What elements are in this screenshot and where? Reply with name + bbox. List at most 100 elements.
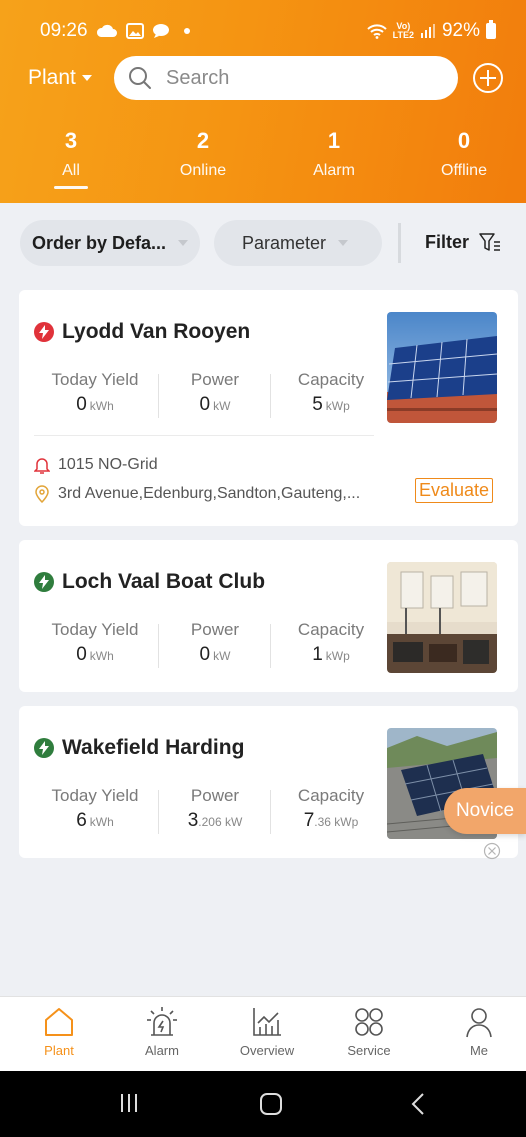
parameter-dropdown[interactable]: Parameter xyxy=(214,220,382,266)
tab-plant[interactable]: Plant xyxy=(19,1005,99,1058)
plant-card[interactable]: Loch Vaal Boat Club Today Yield 0 kWh Pow… xyxy=(19,540,518,692)
stat-label: Offline xyxy=(441,162,487,179)
plant-metrics: Today Yield 0 kWh Power 0 kW Capacity 1 kWp xyxy=(31,620,391,672)
plus-circle-icon[interactable] xyxy=(472,62,504,94)
status-time: 09:26 xyxy=(40,20,88,41)
stat-tab-all[interactable]: 3 All xyxy=(21,128,121,189)
order-by-dropdown[interactable]: Order by Defa... xyxy=(20,220,200,266)
plant-selector-label: Plant xyxy=(28,66,76,89)
system-nav-bar xyxy=(0,1071,526,1137)
plant-card[interactable]: Wakefield Harding Today Yield 6 kWh Power… xyxy=(19,706,518,858)
tab-overview[interactable]: Overview xyxy=(227,1005,307,1058)
novice-guide-button[interactable]: Novice xyxy=(444,788,526,834)
signal-icon xyxy=(420,24,435,38)
metric-unit: kW xyxy=(213,649,231,663)
evaluate-button[interactable]: Evaluate xyxy=(415,478,494,503)
metric-value: 1 xyxy=(312,644,323,665)
metric-value: 0 xyxy=(76,394,87,415)
metric-label: Capacity xyxy=(297,786,365,805)
metric-value-row: 0 kWh xyxy=(31,394,159,416)
divider xyxy=(34,435,374,436)
tab-label: Me xyxy=(469,1043,489,1058)
metric-value: 7 xyxy=(303,810,315,831)
metric-value-row: 3.206 kW xyxy=(159,810,271,832)
stat-label: All xyxy=(21,162,121,189)
metric-today-yield: Today Yield 0 kWh xyxy=(31,620,159,672)
metric-value-row: 0 kWh xyxy=(31,644,159,666)
search-input[interactable] xyxy=(166,66,426,90)
tab-service[interactable]: Service xyxy=(329,1005,409,1058)
chevron-down-icon xyxy=(178,240,189,246)
filter-button[interactable]: Filter xyxy=(425,232,501,253)
metric-capacity: Capacity 5 kWp xyxy=(271,370,391,422)
recents-icon[interactable] xyxy=(117,1091,141,1115)
alarm-info: 1015 NO-Grid xyxy=(34,456,158,474)
tab-me[interactable]: Me xyxy=(439,1005,519,1058)
metric-capacity: Capacity 1 kWp xyxy=(271,620,391,672)
stat-count: 1 xyxy=(327,128,341,153)
tab-label: Overview xyxy=(239,1043,295,1058)
plant-title: Loch Vaal Boat Club xyxy=(34,570,265,594)
back-icon[interactable] xyxy=(408,1091,430,1117)
plant-metrics: Today Yield 0 kWh Power 0 kW Capacity 5 kWp xyxy=(31,370,391,422)
stat-count: 3 xyxy=(64,128,78,153)
online-status-icon xyxy=(34,572,54,592)
metric-label: Power xyxy=(190,786,240,805)
metric-today-yield: Today Yield 6 kWh xyxy=(31,786,159,838)
alarm-icon xyxy=(147,1007,177,1036)
close-icon[interactable] xyxy=(483,842,501,860)
stat-tab-offline[interactable]: 0 Offline xyxy=(414,128,514,180)
chevron-down-icon xyxy=(338,240,349,246)
metric-label: Today Yield xyxy=(51,786,139,805)
metric-value: 3 xyxy=(187,810,199,831)
online-status-icon xyxy=(34,738,54,758)
plant-name: Wakefield Harding xyxy=(62,736,245,759)
notification-dot-icon xyxy=(183,28,190,34)
metric-value-row: 6 kWh xyxy=(31,810,159,832)
plant-card[interactable]: Lyodd Van Rooyen Today Yield 0 kWh Power … xyxy=(19,290,518,526)
stat-tab-alarm[interactable]: 1 Alarm xyxy=(284,128,384,180)
status-right: Vo) LTE2 92% xyxy=(366,20,496,42)
filter-bar: Order by Defa... Parameter Filter xyxy=(0,203,526,281)
bottom-tab-bar: Plant Alarm Overview Service Me xyxy=(0,996,526,1071)
tab-alarm[interactable]: Alarm xyxy=(122,1005,202,1058)
chat-icon xyxy=(152,24,169,38)
metric-value-row: 7.36 kWp xyxy=(271,810,391,832)
metric-label: Power xyxy=(190,620,240,639)
plant-metrics: Today Yield 6 kWh Power 3.206 kW Capacity… xyxy=(31,786,391,838)
metric-unit: kWh xyxy=(89,815,114,829)
wifi-icon xyxy=(366,24,387,39)
metric-unit: kWh xyxy=(89,399,114,413)
divider xyxy=(398,223,401,263)
tab-label: Alarm xyxy=(145,1043,179,1058)
parameter-label: Parameter xyxy=(242,232,327,253)
home-nav-icon[interactable] xyxy=(258,1091,284,1117)
metric-value-row: 5 kWp xyxy=(271,394,391,416)
battery-icon xyxy=(486,20,496,39)
metric-value: 5 xyxy=(312,394,323,415)
network-type: Vo) LTE2 xyxy=(393,22,414,40)
search-bar[interactable] xyxy=(114,56,458,100)
battery-percent: 92% xyxy=(441,20,480,41)
stat-label: Alarm xyxy=(313,162,355,179)
metric-power: Power 0 kW xyxy=(159,620,271,672)
status-bar: 09:26 Vo) LTE2 92% xyxy=(0,0,526,60)
metric-label: Capacity xyxy=(297,620,365,639)
metric-power: Power 0 kW xyxy=(159,370,271,422)
metric-unit: .36 kWp xyxy=(314,815,359,829)
stat-count: 0 xyxy=(457,128,471,153)
status-left: 09:26 xyxy=(40,20,190,42)
metric-label: Today Yield xyxy=(51,620,139,639)
metric-value-row: 0 kW xyxy=(159,394,271,416)
person-icon xyxy=(466,1008,492,1038)
chart-icon xyxy=(253,1008,281,1036)
stat-label: Online xyxy=(179,162,227,179)
plant-selector[interactable]: Plant xyxy=(28,66,92,90)
tab-label: Service xyxy=(347,1043,391,1058)
stat-count: 2 xyxy=(196,128,210,153)
service-icon xyxy=(355,1008,383,1036)
metric-capacity: Capacity 7.36 kWp xyxy=(271,786,391,838)
order-by-label: Order by Defa... xyxy=(32,232,167,253)
stat-tab-online[interactable]: 2 Online xyxy=(153,128,253,180)
metric-unit: kW xyxy=(213,399,231,413)
